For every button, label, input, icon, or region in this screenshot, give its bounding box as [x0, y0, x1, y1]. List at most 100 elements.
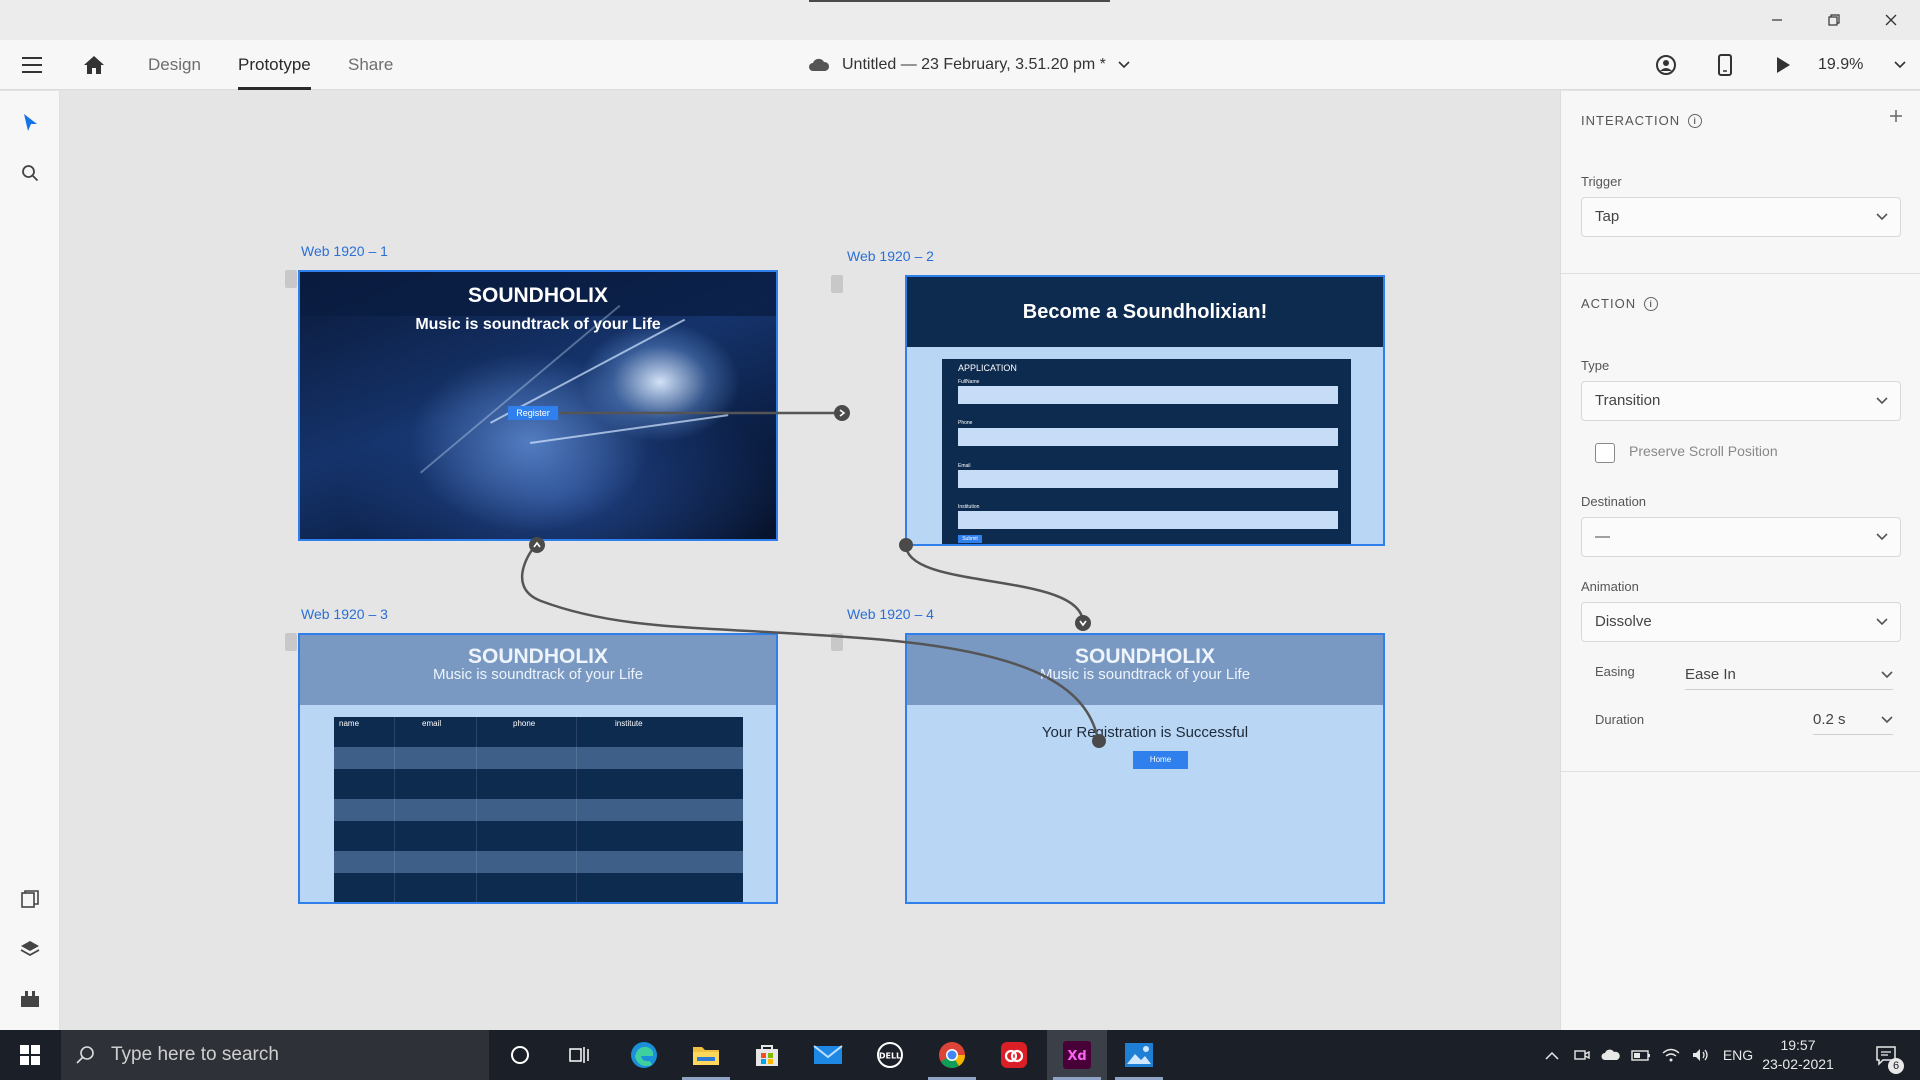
table-column-divider [394, 717, 395, 902]
section-divider [1561, 273, 1920, 274]
trigger-select[interactable]: Tap [1581, 197, 1901, 237]
type-value: Transition [1595, 392, 1661, 409]
microsoft-store-button[interactable] [737, 1030, 797, 1080]
cortana-button[interactable] [490, 1030, 550, 1080]
institution-input[interactable] [958, 511, 1338, 529]
tab-share[interactable]: Share [348, 40, 393, 90]
artboard-2-home-handle[interactable] [831, 275, 843, 293]
tab-design[interactable]: Design [148, 40, 201, 90]
dell-app-button[interactable]: DELL [860, 1030, 920, 1080]
close-icon [1885, 14, 1897, 26]
volume-tray[interactable] [1688, 1030, 1714, 1080]
edge-browser-button[interactable] [614, 1030, 674, 1080]
design-canvas[interactable]: Web 1920 – 1 Web 1920 – 2 Web 1920 – 3 W… [61, 91, 1560, 1030]
adobe-xd-button[interactable]: Xd [1047, 1030, 1107, 1080]
artboard-4-home-handle[interactable] [831, 633, 843, 651]
registrations-table: name email phone institute [334, 717, 743, 902]
play-preview-button[interactable] [1763, 40, 1803, 90]
artboard-4-label[interactable]: Web 1920 – 4 [847, 606, 934, 622]
meet-now-tray[interactable] [1570, 1030, 1594, 1080]
artboard-web-1920-4[interactable]: SOUNDHOLIX Music is soundtrack of your L… [905, 633, 1385, 904]
phone-input[interactable] [958, 428, 1338, 446]
restore-button[interactable] [1805, 0, 1863, 40]
file-explorer-button[interactable] [676, 1030, 736, 1080]
application-form: APPLICATION FullName Phone Email Institu… [942, 359, 1351, 544]
language-indicator[interactable]: ENG [1718, 1030, 1758, 1080]
animation-select[interactable]: Dissolve [1581, 602, 1901, 642]
start-button[interactable] [0, 1030, 60, 1080]
close-button[interactable] [1862, 0, 1920, 40]
artboard-web-1920-2[interactable]: Become a Soundholixian! APPLICATION Full… [905, 275, 1385, 546]
chevron-down-icon [1118, 61, 1130, 69]
plus-icon [1890, 110, 1902, 122]
register-button[interactable]: Register [508, 406, 558, 420]
animation-label: Animation [1581, 579, 1639, 594]
light-beam [530, 414, 729, 444]
artboard-1-label[interactable]: Web 1920 – 1 [301, 243, 388, 259]
dell-logo-icon: DELL [877, 1042, 903, 1068]
destination-select[interactable]: — [1581, 517, 1901, 557]
artboard-2-label[interactable]: Web 1920 – 2 [847, 248, 934, 264]
email-input[interactable] [958, 470, 1338, 488]
wire-source-handle[interactable] [899, 538, 913, 552]
chrome-button[interactable] [922, 1030, 982, 1080]
artboard-1-home-handle[interactable] [285, 270, 297, 288]
zoom-tool[interactable] [10, 153, 50, 193]
table-header-phone: phone [513, 719, 536, 728]
duration-select[interactable]: 0.2 s [1813, 705, 1893, 735]
select-arrow-icon [24, 114, 37, 131]
table-row [334, 799, 743, 821]
search-icon [76, 1046, 94, 1064]
mail-button[interactable] [798, 1030, 858, 1080]
artboard-web-1920-3[interactable]: SOUNDHOLIX Music is soundtrack of your L… [298, 633, 778, 904]
minimize-button[interactable] [1748, 0, 1806, 40]
chevron-up-icon [1545, 1051, 1559, 1060]
artboard-3-subtitle: Music is soundtrack of your Life [432, 666, 644, 683]
section-divider [1561, 771, 1920, 772]
onedrive-tray[interactable] [1598, 1030, 1624, 1080]
select-tool[interactable] [10, 103, 50, 143]
show-hidden-icons-button[interactable] [1540, 1030, 1564, 1080]
share-user-button[interactable] [1646, 40, 1686, 90]
type-select[interactable]: Transition [1581, 381, 1901, 421]
trigger-value: Tap [1595, 208, 1620, 225]
info-icon[interactable]: i [1644, 296, 1659, 311]
taskbar-search-box[interactable]: Type here to search [61, 1030, 489, 1080]
photos-button[interactable] [1109, 1030, 1169, 1080]
menu-button[interactable] [12, 40, 52, 90]
wire-target-arrow[interactable] [834, 405, 850, 421]
document-assets-button[interactable] [10, 879, 50, 919]
wire-target-arrow[interactable] [529, 537, 545, 553]
artboard-web-1920-1[interactable]: SOUNDHOLIX Music is soundtrack of your L… [298, 270, 778, 541]
plugins-button[interactable] [10, 979, 50, 1019]
submit-button[interactable]: Submit [958, 535, 982, 543]
tab-prototype[interactable]: Prototype [238, 40, 311, 90]
fullname-input[interactable] [958, 386, 1338, 404]
add-interaction-button[interactable] [1889, 109, 1903, 128]
zoom-dropdown[interactable] [1880, 40, 1920, 90]
zoom-level[interactable]: 19.9% [1818, 40, 1863, 90]
document-title[interactable]: Untitled — 23 February, 3.51.20 pm * [808, 40, 1130, 90]
home-button[interactable] [74, 40, 114, 90]
info-icon[interactable]: i [1688, 113, 1703, 128]
wire-source-handle[interactable] [1092, 734, 1106, 748]
chevron-down-icon [1876, 533, 1888, 541]
taskbar-clock[interactable]: 19:57 23-02-2021 [1760, 1036, 1836, 1074]
wire-target-arrow[interactable] [1075, 615, 1091, 631]
battery-tray[interactable] [1628, 1030, 1654, 1080]
preserve-scroll-checkbox[interactable] [1595, 443, 1615, 463]
action-center-button[interactable]: 6 [1864, 1030, 1908, 1080]
home-button-artboard[interactable]: Home [1133, 751, 1188, 769]
task-view-button[interactable] [550, 1030, 610, 1080]
easing-select[interactable]: Ease In [1685, 660, 1893, 690]
trigger-label: Trigger [1581, 174, 1622, 189]
artboard-3-label[interactable]: Web 1920 – 3 [301, 606, 388, 622]
photos-icon [1125, 1043, 1153, 1067]
creative-cloud-button[interactable] [984, 1030, 1044, 1080]
wifi-tray[interactable] [1658, 1030, 1684, 1080]
layers-button[interactable] [10, 929, 50, 969]
device-preview-button[interactable] [1705, 40, 1745, 90]
artboard-2-title: Become a Soundholixian! [907, 277, 1383, 347]
artboard-3-home-handle[interactable] [285, 633, 297, 651]
preserve-scroll-label[interactable]: Preserve Scroll Position [1629, 443, 1778, 459]
